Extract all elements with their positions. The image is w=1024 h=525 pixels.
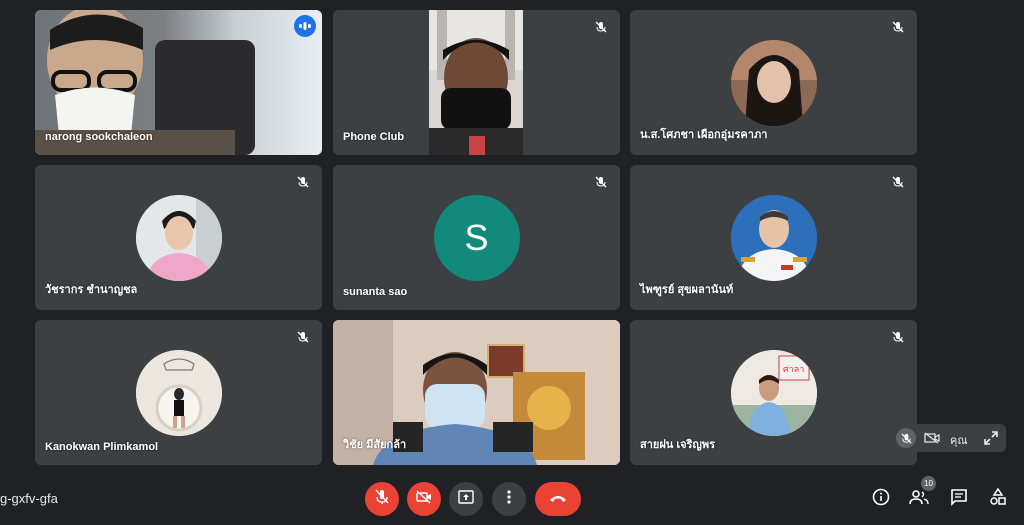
speaking-indicator-icon [294,15,316,37]
participant-name: ไพฑูรย์ สุขผลานันท์ [640,284,734,296]
participant-name: Kanokwan Plimkamol [45,441,159,453]
present-icon [458,489,474,509]
mic-off-icon [590,171,612,193]
participant-name: Phone Club [343,131,405,143]
participant-tile-watcharakorn[interactable]: วัชรากร ชำนาญชล [35,165,322,310]
activities-button[interactable] [988,487,1008,511]
participant-tile-narong[interactable]: narong sookchaleon [35,10,322,155]
chat-button[interactable] [949,488,969,511]
self-view-bar[interactable]: คุณ [890,424,1006,452]
participant-tile-phone-club[interactable]: Phone Club [333,10,620,155]
participant-tile-sunanta[interactable]: S sunanta sao [333,165,620,310]
participant-name: น.ส.โศภชา เผือกอุ่มรคาภา [640,129,768,141]
mic-off-icon [375,488,389,510]
videocam-off-icon[interactable] [922,429,942,447]
participant-tile-wichai[interactable]: วิชัย มีสัยกล้า [333,320,620,465]
people-button[interactable] [909,489,929,509]
more-options-button[interactable] [492,482,526,516]
more-vert-icon [507,489,511,509]
call-end-icon [548,490,568,508]
participant-tile-saifon[interactable]: ศาลา สายฝน เจริญพร [630,320,917,465]
avatar [135,349,222,436]
participant-name: narong sookchaleon [45,131,153,143]
svg-text:ศาลา: ศาลา [783,365,804,375]
participant-tile-paitoon[interactable]: ไพฑูรย์ สุขผลานันท์ [630,165,917,310]
participant-tile-sopacha[interactable]: น.ส.โศภชา เผือกอุ่มรคาภา [630,10,917,155]
participant-tile-kanokwan[interactable]: Kanokwan Plimkamol [35,320,322,465]
avatar [135,194,222,281]
videocam-off-icon [416,489,432,509]
chat-icon [950,488,968,511]
mic-off-icon [887,16,909,38]
mic-off-icon [292,326,314,348]
activities-icon [989,487,1007,511]
info-icon [872,488,890,511]
mic-off-icon [292,171,314,193]
avatar: S [433,194,520,281]
mic-off-icon [887,171,909,193]
leave-call-button[interactable] [535,482,581,516]
mic-off-icon [887,326,909,348]
self-label: คุณ [950,435,968,447]
avatar [730,194,817,281]
people-count-badge: 10 [921,476,936,491]
avatar [730,39,817,126]
expand-icon[interactable] [982,429,1000,447]
participant-name: sunanta sao [343,286,408,298]
camera-toggle-button[interactable] [407,482,441,516]
info-button[interactable] [871,488,891,511]
mic-off-icon[interactable] [896,428,916,448]
avatar: ศาลา [730,349,817,436]
mic-off-icon [590,16,612,38]
participant-name: วิชัย มีสัยกล้า [343,439,407,451]
meeting-code: g-gxfv-gfa [0,491,58,506]
mic-toggle-button[interactable] [365,482,399,516]
present-button[interactable] [449,482,483,516]
participant-video [429,10,523,155]
people-icon [909,489,929,510]
participant-name: สายฝน เจริญพร [640,439,716,451]
participant-name: วัชรากร ชำนาญชล [45,284,138,296]
